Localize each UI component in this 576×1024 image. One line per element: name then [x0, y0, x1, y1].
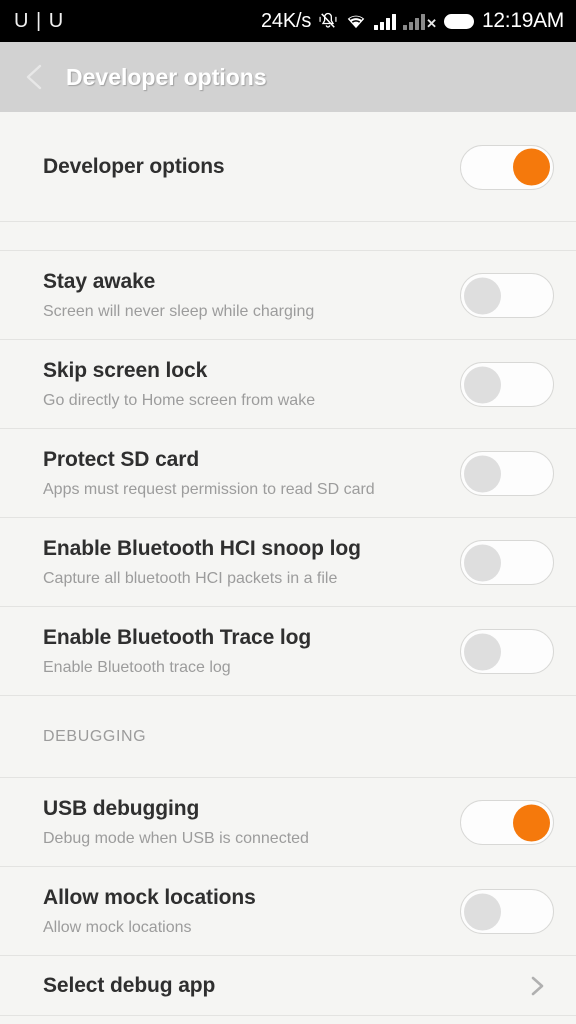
row-subtitle: Apps must request permission to read SD … [43, 480, 375, 498]
row-subtitle: Debug mode when USB is connected [43, 829, 309, 847]
toggle-knob [464, 893, 501, 930]
row-developer-options-master[interactable]: Developer options [0, 112, 576, 222]
clock-label: 12:19AM [482, 9, 564, 32]
row-protect-sd-card[interactable]: Protect SD card Apps must request permis… [0, 429, 576, 518]
section-header-debugging: DEBUGGING [0, 696, 576, 778]
row-text: Stay awake Screen will never sleep while… [43, 270, 460, 321]
toggle-developer-options[interactable] [460, 144, 554, 190]
toggle-protect-sd-card[interactable] [460, 451, 554, 496]
row-text: Skip screen lock Go directly to Home scr… [43, 359, 460, 410]
row-title: Stay awake [43, 269, 156, 293]
toggle-knob [513, 148, 550, 186]
row-text: Allow mock locations Allow mock location… [43, 886, 460, 937]
row-text: Enable Bluetooth HCI snoop log Capture a… [43, 537, 460, 588]
row-text: Enable Bluetooth Trace log Enable Blueto… [43, 626, 460, 677]
row-title: Select debug app [43, 973, 216, 997]
row-title: Developer options [43, 154, 225, 178]
toggle-bluetooth-trace-log[interactable] [460, 629, 554, 674]
row-subtitle: Allow mock locations [43, 918, 192, 936]
toggle-skip-screen-lock[interactable] [460, 362, 554, 407]
settings-list[interactable]: Developer options Stay awake Screen will… [0, 112, 576, 1024]
network-speed-label: 24K/s [260, 9, 312, 32]
section-label: DEBUGGING [43, 728, 147, 745]
signal-no-service-icon: ✕ [403, 13, 437, 30]
row-subtitle: Go directly to Home screen from wake [43, 391, 316, 409]
group-divider [0, 222, 576, 251]
signal-bars-icon [374, 13, 397, 30]
battery-full-icon [444, 13, 475, 29]
toggle-allow-mock-locations[interactable] [460, 889, 554, 934]
row-subtitle: Enable Bluetooth trace log [43, 658, 231, 676]
toggle-knob [513, 804, 550, 841]
no-service-x-icon: ✕ [426, 15, 438, 31]
toggle-stay-awake[interactable] [460, 273, 554, 318]
wifi-icon [345, 13, 367, 30]
row-bluetooth-hci-snoop-log[interactable]: Enable Bluetooth HCI snoop log Capture a… [0, 518, 576, 607]
back-chevron-icon[interactable] [20, 62, 50, 92]
status-bar: U | U 24K/s ✕ 12:19AM [0, 0, 576, 42]
carrier-label: U | U [14, 9, 65, 32]
row-stay-awake[interactable]: Stay awake Screen will never sleep while… [0, 251, 576, 340]
toggle-knob [464, 366, 501, 403]
app-bar: Developer options [0, 42, 576, 112]
row-skip-screen-lock[interactable]: Skip screen lock Go directly to Home scr… [0, 340, 576, 429]
row-title: Allow mock locations [43, 885, 256, 909]
row-text: Select debug app [43, 974, 524, 998]
toggle-knob [464, 633, 501, 670]
toggle-usb-debugging[interactable] [460, 800, 554, 845]
row-bluetooth-trace-log[interactable]: Enable Bluetooth Trace log Enable Blueto… [0, 607, 576, 696]
row-text: USB debugging Debug mode when USB is con… [43, 797, 460, 848]
row-subtitle: Capture all bluetooth HCI packets in a f… [43, 569, 338, 587]
page-title: Developer options [66, 63, 267, 90]
row-subtitle: Screen will never sleep while charging [43, 302, 315, 320]
row-text: Developer options [43, 155, 460, 179]
status-bar-icons: 24K/s ✕ 12:19AM [261, 9, 564, 33]
toggle-knob [464, 544, 501, 581]
chevron-right-icon [524, 973, 550, 999]
row-allow-mock-locations[interactable]: Allow mock locations Allow mock location… [0, 867, 576, 956]
row-title: Skip screen lock [43, 358, 208, 382]
row-usb-debugging[interactable]: USB debugging Debug mode when USB is con… [0, 778, 576, 867]
row-title: USB debugging [43, 796, 200, 820]
row-title: Enable Bluetooth HCI snoop log [43, 536, 361, 560]
toggle-knob [464, 277, 501, 314]
row-title: Protect SD card [43, 447, 200, 471]
row-text: Protect SD card Apps must request permis… [43, 448, 460, 499]
vibrate-off-icon [318, 11, 338, 31]
row-title: Enable Bluetooth Trace log [43, 625, 312, 649]
row-select-debug-app[interactable]: Select debug app [0, 956, 576, 1016]
toggle-bluetooth-hci-snoop-log[interactable] [460, 540, 554, 585]
toggle-knob [464, 455, 501, 492]
